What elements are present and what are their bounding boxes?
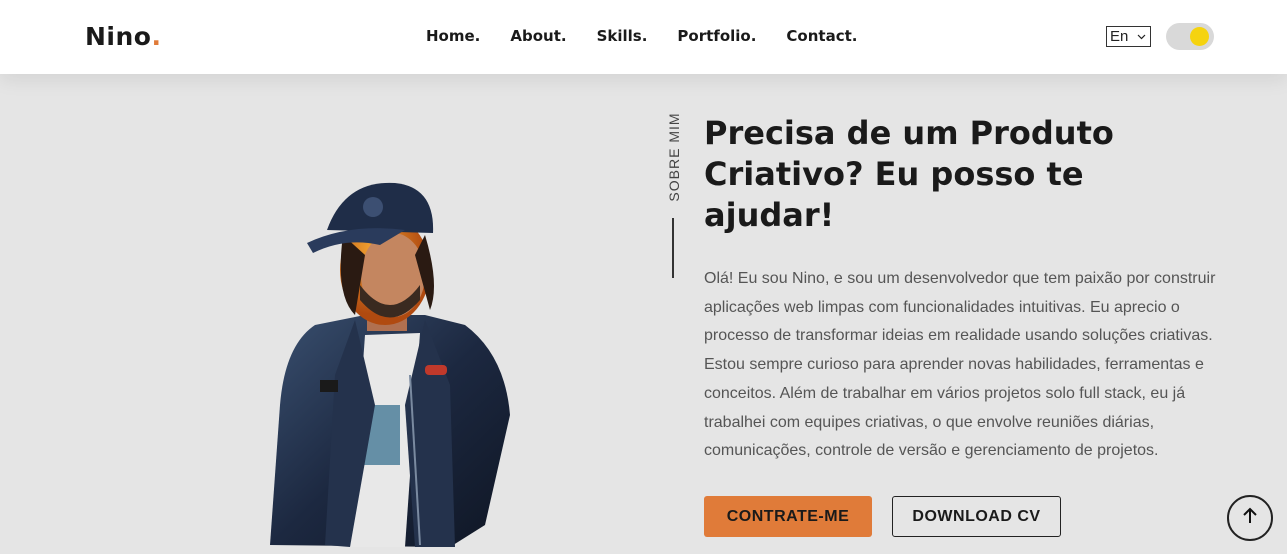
logo-text: Nino	[85, 22, 152, 51]
about-paragraph: Olá! Eu sou Nino, e sou um desenvolvedor…	[704, 270, 1216, 460]
nav-home[interactable]: Home.	[426, 27, 480, 45]
theme-toggle[interactable]	[1166, 23, 1214, 50]
logo-dot: .	[151, 22, 162, 51]
portrait-image	[255, 175, 535, 554]
nav-about[interactable]: About.	[510, 27, 566, 45]
download-cv-button[interactable]: DOWNLOAD CV	[892, 496, 1061, 537]
section-label: SOBRE MIM	[665, 112, 683, 202]
main-nav: Home. About. Skills. Portfolio. Contact.	[426, 27, 887, 45]
hire-me-button[interactable]: CONTRATE-ME	[704, 496, 872, 537]
theme-toggle-knob	[1190, 27, 1209, 46]
nav-skills[interactable]: Skills.	[597, 27, 648, 45]
language-value: En	[1110, 28, 1129, 45]
section-label-line	[672, 218, 674, 278]
arrow-up-icon	[1240, 506, 1260, 531]
section-label-text: SOBRE MIM	[666, 112, 682, 202]
scroll-to-top-button[interactable]	[1227, 495, 1273, 541]
chevron-down-icon	[1137, 27, 1146, 53]
nav-contact[interactable]: Contact.	[786, 27, 857, 45]
nav-portfolio[interactable]: Portfolio.	[677, 27, 756, 45]
about-headline: Precisa de um Produto Criativo? Eu posso…	[704, 114, 1114, 234]
site-header: Nino. Home. About. Skills. Portfolio. Co…	[0, 0, 1287, 74]
language-select[interactable]: En	[1106, 26, 1151, 47]
logo[interactable]: Nino.	[85, 22, 161, 51]
